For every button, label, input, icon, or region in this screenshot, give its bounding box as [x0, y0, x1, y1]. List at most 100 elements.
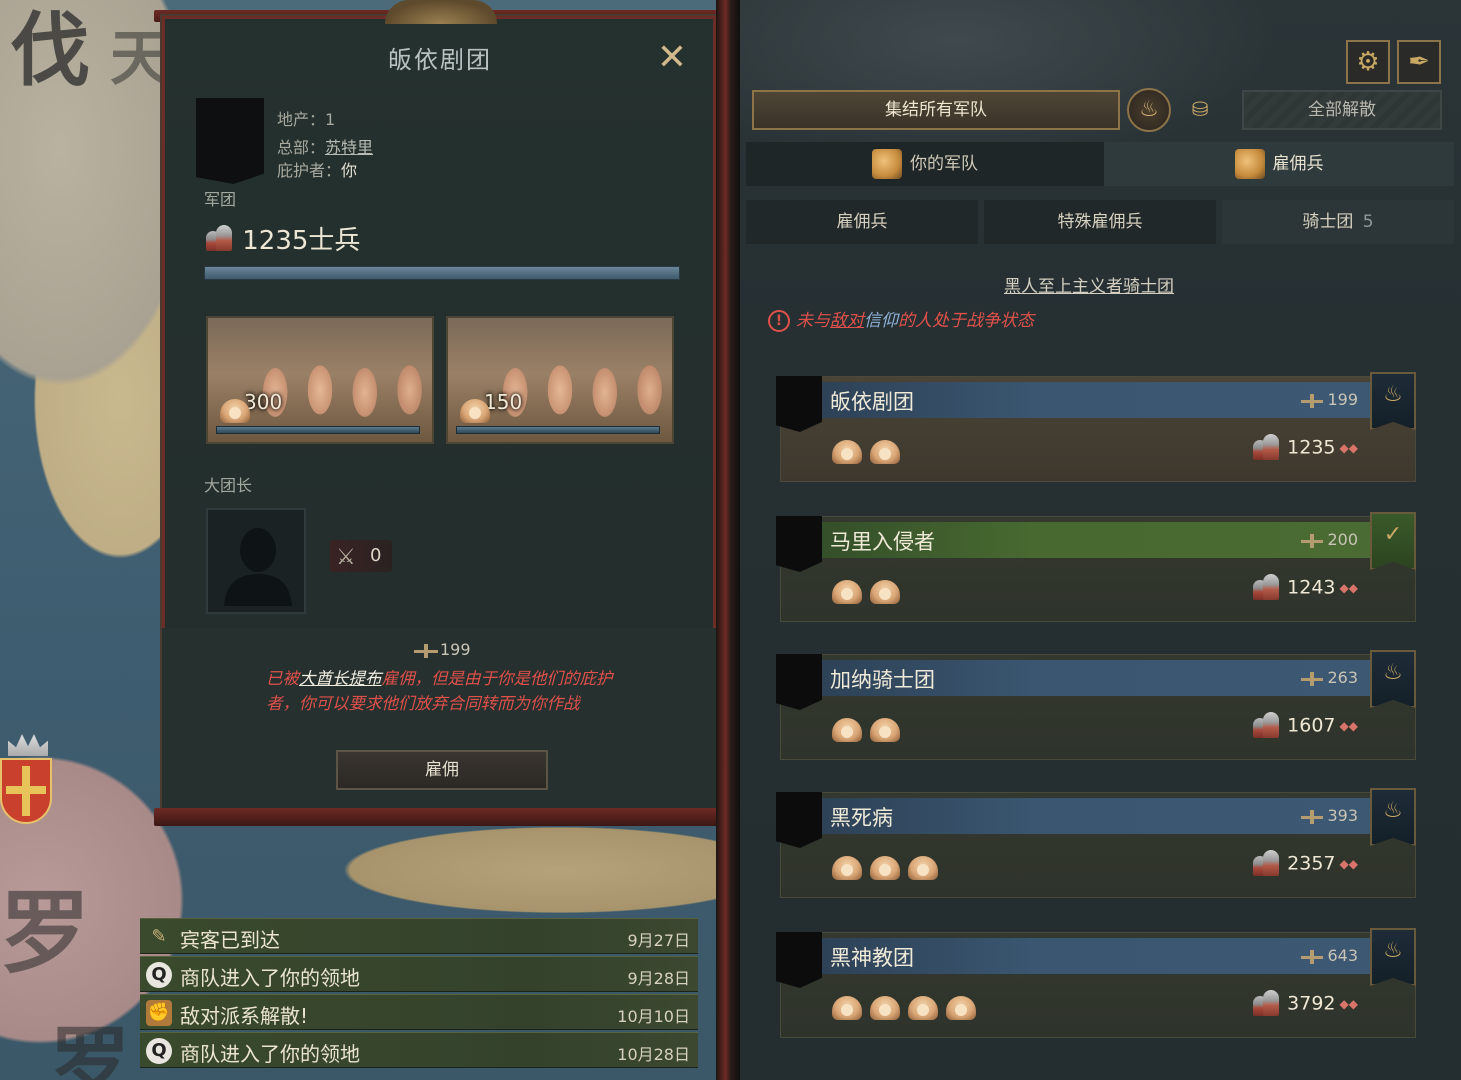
regiment-card[interactable]: 150 — [446, 316, 674, 444]
subtab-label: 特殊雇佣兵 — [1057, 212, 1143, 232]
quill-icon: ✒ — [1408, 47, 1430, 77]
company-soldier-count: 3792 — [1287, 992, 1336, 1015]
map-label: 罗 — [0, 880, 90, 986]
torch-icon: ♨ — [1383, 798, 1403, 823]
commander-portrait[interactable] — [206, 508, 306, 614]
diamond-icon: ◆◆ — [1339, 441, 1358, 455]
hire-button[interactable]: 雇佣 — [336, 750, 548, 790]
soldier-tab-icon — [872, 149, 902, 179]
company-banner[interactable] — [776, 654, 822, 710]
subtab-holy-orders[interactable]: 骑士团 5 — [1222, 200, 1454, 244]
torch-icon: ♨ — [1139, 97, 1159, 122]
men-at-arms-icon — [868, 992, 902, 1022]
warning-part: 已被 — [266, 669, 299, 688]
company-cost-value: 199 — [1327, 390, 1358, 409]
notification-item[interactable]: Q 商队进入了你的领地 9月28日 — [140, 956, 698, 992]
hired-flag[interactable]: ✓ — [1370, 512, 1416, 570]
men-at-arms-icon — [906, 852, 940, 882]
tab-your-army[interactable]: 你的军队 — [746, 142, 1104, 186]
subtab-special-mercenaries[interactable]: 特殊雇佣兵 — [984, 200, 1216, 244]
diamond-icon: ◆◆ — [1339, 857, 1358, 871]
diamond-icon: ◆◆ — [1339, 581, 1358, 595]
commander-section-label: 大团长 — [204, 476, 253, 495]
notification-item[interactable]: ✎ 宾客已到达 9月27日 — [140, 918, 698, 954]
edit-button[interactable]: ✒ — [1397, 40, 1441, 84]
notification-item[interactable]: ✊ 敌对派系解散! 10月10日 — [140, 994, 698, 1030]
company-name: 马里入侵者 — [830, 530, 935, 554]
gear-icon: ⚙ — [1356, 47, 1380, 77]
prowess-stat[interactable]: ⚔ 0 — [330, 540, 392, 572]
company-banner[interactable] — [776, 932, 822, 988]
scroll-icon: ✎ — [151, 926, 167, 947]
army-strength-bar — [204, 266, 680, 280]
raise-armies-button[interactable]: ♨ — [1127, 88, 1171, 132]
gold-icon — [1301, 533, 1325, 548]
company-cost: 393 — [1301, 806, 1358, 825]
company-soldiers: 1243 ◆◆ — [1251, 574, 1358, 602]
company-cost-value: 393 — [1327, 806, 1358, 825]
soldiers-icon — [1251, 434, 1281, 462]
company-card[interactable]: 加纳骑士团 263 ♨ 1607 ◆◆ — [776, 650, 1416, 760]
q-icon: Q — [146, 1038, 172, 1064]
company-banner[interactable] — [776, 516, 822, 572]
hire-flag[interactable]: ♨ — [1370, 372, 1416, 430]
holdings-value: 1 — [325, 110, 336, 129]
close-button[interactable]: ✕ — [652, 38, 692, 78]
silhouette-icon — [224, 528, 292, 606]
subtab-mercenaries[interactable]: 雇佣兵 — [746, 200, 978, 244]
hire-flag[interactable]: ♨ — [1370, 650, 1416, 708]
regiment-icons — [830, 436, 906, 470]
realm-coat-of-arms[interactable] — [0, 758, 52, 824]
troop-count-text: 1235士兵 — [242, 226, 361, 256]
employer-link[interactable]: 大酋长提布 — [299, 669, 382, 688]
faith-link[interactable]: 信仰 — [864, 311, 898, 331]
rally-all-button[interactable]: 集结所有军队 — [752, 90, 1120, 130]
hostile-link[interactable]: 敌对 — [830, 311, 864, 331]
gold-icon — [414, 643, 440, 658]
gold-cost-button[interactable]: ⛁ — [1180, 94, 1220, 124]
company-card[interactable]: 黑神教团 643 ♨ 3792 ◆◆ — [776, 928, 1416, 1038]
regiment-card[interactable]: 300 — [206, 316, 434, 444]
holy-order-title[interactable]: 黑人至上主义者骑士团 — [1004, 272, 1174, 297]
company-banner[interactable] — [776, 376, 822, 432]
company-card[interactable]: 黑死病 393 ♨ 2357 ◆◆ — [776, 788, 1416, 898]
men-at-arms-icon — [868, 576, 902, 606]
hire-flag[interactable]: ♨ — [1370, 928, 1416, 986]
company-banner[interactable] — [776, 792, 822, 848]
disband-all-button[interactable]: 全部解散 — [1242, 90, 1442, 130]
hq-link[interactable]: 苏特里 — [325, 138, 373, 157]
men-at-arms-icon — [906, 992, 940, 1022]
company-card[interactable]: 皈依剧团 199 ♨ 1235 ◆◆ — [776, 372, 1416, 482]
company-soldiers: 3792 ◆◆ — [1251, 990, 1358, 1018]
holdings-label: 地产： — [277, 110, 326, 129]
regiment-icons — [830, 714, 906, 748]
war-status-warning: ! 未与敌对信仰的人处于战争状态 — [768, 306, 1034, 332]
notification-item[interactable]: Q 商队进入了你的领地 10月28日 — [140, 1032, 698, 1068]
men-at-arms-icon — [868, 714, 902, 744]
prowess-value: 0 — [370, 545, 382, 566]
hire-flag[interactable]: ♨ — [1370, 788, 1416, 846]
regiment-icons — [830, 852, 944, 886]
regiment-count: 300 — [218, 390, 282, 423]
knights-count: 5 — [1362, 212, 1374, 232]
regiment-icons — [830, 992, 982, 1026]
company-cost-value: 643 — [1327, 946, 1358, 965]
map-label: 伐 — [10, 3, 90, 97]
alert-icon: ! — [768, 310, 790, 332]
company-card[interactable]: 马里入侵者 200 ✓ 1243 ◆◆ — [776, 512, 1416, 622]
notification-date: 10月10日 — [617, 1007, 690, 1026]
company-cost: 199 — [1301, 390, 1358, 409]
tab-mercenaries[interactable]: 雇佣兵 — [1104, 142, 1454, 186]
notification-date: 9月27日 — [627, 931, 690, 950]
company-soldier-count: 1607 — [1287, 714, 1336, 737]
company-banner[interactable] — [196, 98, 264, 184]
subtab-label: 骑士团 — [1302, 212, 1354, 232]
gold-icon — [1301, 809, 1325, 824]
hire-warning: 已被大酋长提布雇佣，但是由于你是他们的庇护者，你可以要求他们放弃合同转而为你作战 — [266, 666, 626, 716]
torch-icon: ♨ — [1383, 938, 1403, 963]
warning-part: 的人处于战争状态 — [898, 311, 1034, 331]
company-name: 皈依剧团 — [830, 390, 914, 414]
patron-value[interactable]: 你 — [341, 161, 357, 180]
hire-cost: 199 — [414, 640, 471, 659]
settings-button[interactable]: ⚙ — [1346, 40, 1390, 84]
